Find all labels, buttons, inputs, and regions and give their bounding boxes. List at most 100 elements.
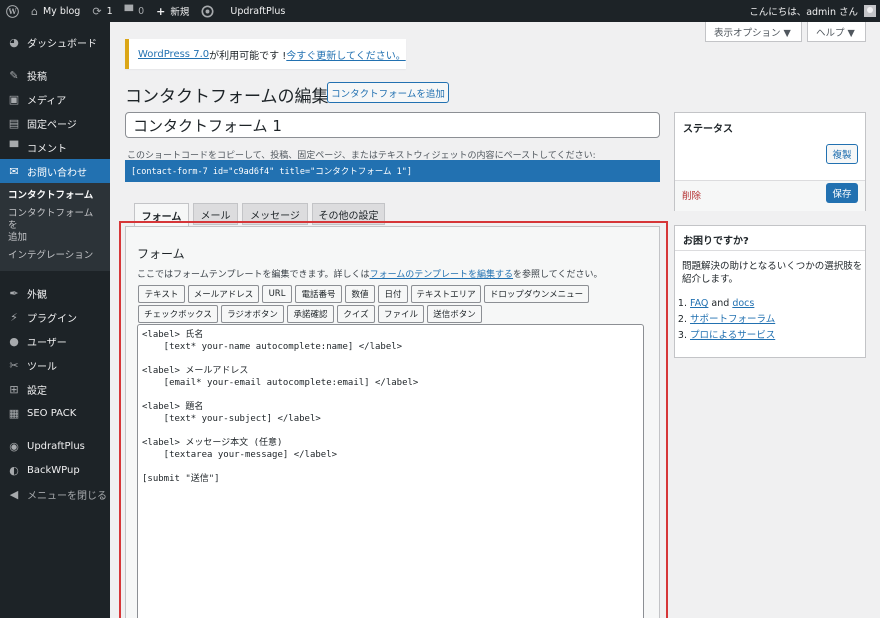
shortcode-field[interactable]: [contact-form-7 id="c9ad6f4" title="コンタク… <box>125 160 660 182</box>
sidebar-item-label: ダッシュボード <box>27 38 97 50</box>
sidebar-item-seo-pack[interactable]: ▦ SEO PACK <box>0 401 110 425</box>
comment-icon: ▀ <box>9 140 19 154</box>
admin-bar: W ⌂ My blog ⟳ 1 ▀ 0 + 新規 UpdraftPlus こんに… <box>0 0 880 22</box>
tag-dropdown-button[interactable]: ドロップダウンメニュー <box>484 285 589 303</box>
new-label: 新規 <box>170 7 190 18</box>
sidebar-item-label: コメント <box>27 143 67 155</box>
my-account[interactable]: こんにちは、admin さん <box>749 0 876 22</box>
sidebar-item-backwpup[interactable]: ◐ BackWPup <box>0 458 110 482</box>
sidebar-collapse-menu[interactable]: ◀ メニューを閉じる <box>0 482 110 506</box>
comments-count: 0 <box>138 5 145 17</box>
help-tab[interactable]: ヘルプ ▼ <box>807 22 866 42</box>
tag-tel-button[interactable]: 電話番号 <box>295 285 342 303</box>
display-options-tab[interactable]: 表示オプション ▼ <box>705 22 802 42</box>
help-text-line2: 紹介します。 <box>682 274 739 285</box>
update-notice: WordPress 7.0 が利用可能です ! 今すぐ更新してください。 <box>125 39 406 69</box>
home-icon: ⌂ <box>31 4 38 18</box>
sidebar-item-media[interactable]: ▣ メディア <box>0 87 110 111</box>
refresh-icon: ⟳ <box>92 4 102 18</box>
sidebar-item-posts[interactable]: ✎ 投稿 <box>0 63 110 87</box>
help-links-list: FAQ and docs サポートフォーラム プロによるサービス <box>690 296 775 344</box>
tag-radio-button[interactable]: ラジオボタン <box>221 305 284 323</box>
tag-number-button[interactable]: 数値 <box>345 285 375 303</box>
updates-count: 1 <box>106 5 113 17</box>
sidebar-item-label: 外観 <box>27 289 47 301</box>
tag-textarea-button[interactable]: テキストエリア <box>411 285 481 303</box>
sidebar-item-label: お問い合わせ <box>27 167 87 179</box>
sidebar-item-label: SEO PACK <box>27 407 77 419</box>
sidebar-item-contact[interactable]: ✉ お問い合わせ <box>0 159 110 183</box>
help-box-text: 問題解決の助けとなるいくつかの選択肢を 紹介します。 <box>682 260 862 286</box>
save-button[interactable]: 保存 <box>826 183 858 203</box>
sidebar-item-comments[interactable]: ▀ コメント <box>0 135 110 159</box>
submenu-add-new-line2: 追加 <box>8 232 28 243</box>
tag-date-button[interactable]: 日付 <box>378 285 408 303</box>
comment-bubble-icon: ▀ <box>124 4 134 18</box>
duplicate-button[interactable]: 複製 <box>826 144 858 164</box>
form-template-editor[interactable]: <label> 氏名 [text* your-name autocomplete… <box>137 324 644 618</box>
sidebar-item-pages[interactable]: ▤ 固定ページ <box>0 111 110 135</box>
sidebar-item-settings[interactable]: ⊞ 設定 <box>0 377 110 401</box>
tag-acceptance-button[interactable]: 承諾確認 <box>287 305 334 323</box>
sidebar-item-label: BackWPup <box>27 464 80 476</box>
updates-link[interactable]: ⟳ 1 <box>86 0 118 22</box>
faq-link[interactable]: FAQ <box>690 298 708 309</box>
pro-services-link[interactable]: プロによるサービス <box>690 330 775 341</box>
sidebar-item-label: ツール <box>27 361 57 373</box>
sidebar-item-label: メニューを閉じる <box>27 490 107 502</box>
delete-link[interactable]: 削除 <box>682 188 701 202</box>
help-item-faq: FAQ and docs <box>690 296 775 312</box>
tag-file-button[interactable]: ファイル <box>378 305 424 323</box>
support-forum-link[interactable]: サポートフォーラム <box>690 314 775 325</box>
form-title-input[interactable]: コンタクトフォーム 1 <box>125 112 660 138</box>
new-content-link[interactable]: + 新規 <box>150 0 195 22</box>
plugin-icon: ⚡ <box>10 310 18 324</box>
status-box-title: ステータス <box>683 124 733 135</box>
help-item-forum: サポートフォーラム <box>690 312 775 328</box>
svg-text:W: W <box>7 7 17 16</box>
and-text: and <box>708 298 733 309</box>
tag-submit-button[interactable]: 送信ボタン <box>427 305 482 323</box>
help-tab-label: ヘルプ ▼ <box>816 27 855 39</box>
settings-icon: ⊞ <box>9 382 19 396</box>
updraft-label: UpdraftPlus <box>230 5 286 17</box>
update-now-link[interactable]: 今すぐ更新してください。 <box>286 47 405 62</box>
sidebar-item-appearance[interactable]: ✒ 外観 <box>0 281 110 305</box>
contact-submenu: コンタクトフォーム コンタクトフォームを 追加 インテグレーション <box>0 183 110 271</box>
plus-icon: + <box>156 4 166 18</box>
add-contact-form-button[interactable]: コンタクトフォームを追加 <box>327 82 449 103</box>
desc-text-after: を参照してください。 <box>513 270 603 280</box>
tag-quiz-button[interactable]: クイズ <box>337 305 375 323</box>
tag-text-button[interactable]: テキスト <box>138 285 185 303</box>
wordpress-version-link[interactable]: WordPress 7.0 <box>138 49 209 60</box>
sidebar-item-label: UpdraftPlus <box>27 440 85 452</box>
sidebar-item-label: 投稿 <box>27 71 47 83</box>
submenu-add-new-line1: コンタクトフォームを <box>8 208 94 231</box>
desc-text: ここではフォームテンプレートを編集できます。詳しくは <box>137 270 370 280</box>
submenu-contact-forms[interactable]: コンタクトフォーム <box>0 187 110 205</box>
sidebar-item-tools[interactable]: ✂ ツール <box>0 353 110 377</box>
dashboard-icon: ◕ <box>9 35 19 49</box>
docs-link[interactable]: docs <box>732 298 754 309</box>
site-name-link[interactable]: ⌂ My blog <box>25 0 86 22</box>
submenu-add-new[interactable]: コンタクトフォームを 追加 <box>0 205 110 247</box>
tag-checkbox-button[interactable]: チェックボックス <box>138 305 218 323</box>
tag-url-button[interactable]: URL <box>262 285 292 303</box>
wordpress-logo-icon[interactable]: W <box>0 0 25 22</box>
sidebar-item-updraftplus[interactable]: ◉ UpdraftPlus <box>0 434 110 458</box>
seo-icon: ▦ <box>8 406 20 420</box>
sidebar-item-dashboard[interactable]: ◕ ダッシュボード <box>0 30 110 54</box>
edit-template-link[interactable]: フォームのテンプレートを編集する <box>370 270 513 280</box>
updraft-logo-icon[interactable] <box>195 0 220 22</box>
comments-link[interactable]: ▀ 0 <box>119 0 151 22</box>
updraft-icon: ◉ <box>9 439 19 453</box>
form-panel-description: ここではフォームテンプレートを編集できます。詳しくはフォームのテンプレートを編集… <box>137 267 603 280</box>
sidebar-item-users[interactable]: ● ユーザー <box>0 329 110 353</box>
submenu-integration[interactable]: インテグレーション <box>0 247 110 265</box>
tag-email-button[interactable]: メールアドレス <box>188 285 259 303</box>
admin-sidebar: ◕ ダッシュボード ✎ 投稿 ▣ メディア ▤ 固定ページ ▀ コメント ✉ お問い合わせ … <box>0 22 110 618</box>
page-icon: ▤ <box>8 116 20 130</box>
display-options-label: 表示オプション ▼ <box>714 27 791 39</box>
sidebar-item-plugins[interactable]: ⚡ プラグイン <box>0 305 110 329</box>
updraft-menu-link[interactable]: UpdraftPlus <box>220 0 291 22</box>
